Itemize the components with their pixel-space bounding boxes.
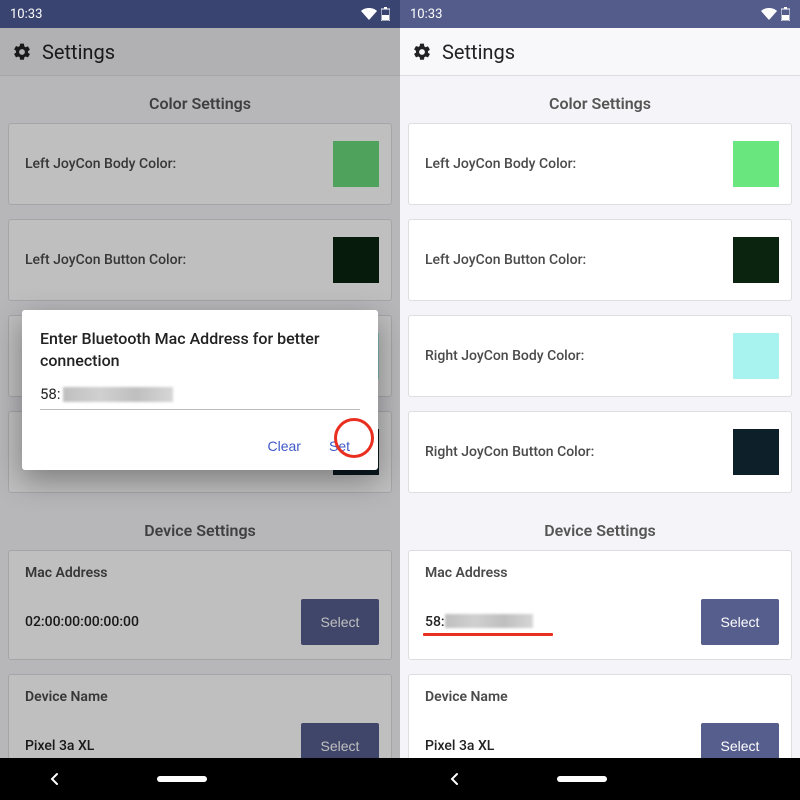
color-row-label: Left JoyCon Button Color: (425, 252, 586, 268)
phone-screen-left: 10:33 Settings Color Settings Left JoyCo… (0, 0, 400, 800)
mac-select-button[interactable]: Select (701, 599, 779, 645)
color-row-label: Right JoyCon Body Color: (425, 348, 584, 364)
color-settings-heading: Color Settings (408, 80, 792, 123)
color-row-left-button[interactable]: Left JoyCon Button Color: (408, 219, 792, 301)
dialog-clear-button[interactable]: Clear (258, 432, 311, 460)
mac-address-dialog: Enter Bluetooth Mac Address for better c… (22, 310, 378, 470)
color-swatch[interactable] (733, 429, 779, 475)
device-name-label: Device Name (425, 689, 779, 705)
status-icons (361, 7, 390, 21)
device-name-value: Pixel 3a XL (425, 738, 494, 754)
back-icon[interactable] (448, 772, 462, 786)
mac-address-card: Mac Address 58: Select (408, 550, 792, 660)
wifi-icon (361, 8, 377, 20)
phone-screen-right: 10:33 Settings Color Settings Left JoyCo… (400, 0, 800, 800)
status-icons (761, 7, 790, 21)
device-name-select-button[interactable]: Select (701, 723, 779, 758)
dialog-title: Enter Bluetooth Mac Address for better c… (40, 328, 360, 371)
dialog-actions: Clear Set (40, 432, 360, 460)
page-title: Settings (442, 40, 515, 64)
app-bar: Settings (400, 28, 800, 76)
navigation-bar (400, 758, 800, 800)
color-row-right-body[interactable]: Right JoyCon Body Color: (408, 315, 792, 397)
highlight-underline-annotation (423, 633, 553, 636)
mac-input-prefix: 58: (40, 385, 61, 403)
navigation-bar (0, 758, 400, 800)
mac-address-input[interactable]: 58: (40, 381, 360, 410)
dialog-set-button[interactable]: Set (319, 432, 360, 460)
content-area: Color Settings Left JoyCon Body Color: L… (400, 76, 800, 758)
color-row-label: Right JoyCon Button Color: (425, 444, 594, 460)
color-row-right-button[interactable]: Right JoyCon Button Color: (408, 411, 792, 493)
mac-value-prefix: 58: (425, 614, 445, 630)
mac-address-value: 58: (425, 614, 533, 630)
home-pill[interactable] (557, 776, 607, 782)
redacted-text (445, 614, 533, 628)
back-icon[interactable] (48, 772, 62, 786)
color-row-left-body[interactable]: Left JoyCon Body Color: (408, 123, 792, 205)
status-bar: 10:33 (0, 0, 400, 28)
color-swatch[interactable] (733, 237, 779, 283)
status-time: 10:33 (410, 7, 442, 22)
color-swatch[interactable] (733, 141, 779, 187)
device-settings-heading: Device Settings (408, 507, 792, 550)
mac-address-label: Mac Address (425, 565, 779, 581)
wifi-icon (761, 8, 777, 20)
home-pill[interactable] (157, 776, 207, 782)
battery-icon (781, 7, 790, 21)
redacted-text (63, 387, 173, 402)
gear-icon (412, 42, 432, 62)
status-bar: 10:33 (400, 0, 800, 28)
color-row-label: Left JoyCon Body Color: (425, 156, 576, 172)
battery-icon (381, 7, 390, 21)
color-swatch[interactable] (733, 333, 779, 379)
device-name-card: Device Name Pixel 3a XL Select (408, 674, 792, 758)
status-time: 10:33 (10, 7, 42, 22)
